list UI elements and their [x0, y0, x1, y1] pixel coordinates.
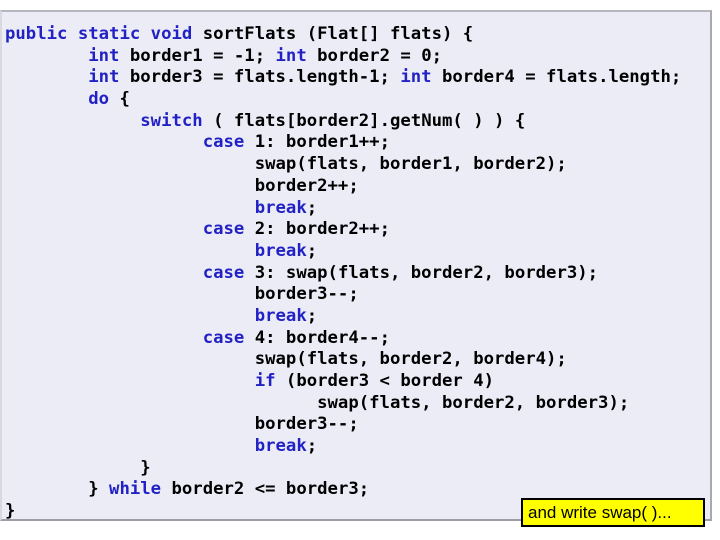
callout-note[interactable]: and write swap( )... [521, 498, 705, 527]
code-text: (border3 < border 4) [285, 371, 495, 391]
code-line: border3--; [5, 284, 711, 306]
code-line: break; [5, 198, 711, 220]
code-keyword: int [400, 67, 442, 88]
code-line: if (border3 < border 4) [5, 371, 711, 393]
code-text: border3--; [5, 284, 359, 305]
code-line: switch ( flats[border2].getNum( ) ) { [5, 111, 711, 133]
code-line: break; [5, 436, 711, 458]
code-text: border2++; [5, 175, 359, 196]
code-text: sortFlats (Flat[] flats) { [202, 24, 474, 44]
code-keyword: break [254, 436, 307, 457]
code-line: swap(flats, border2, border4); [5, 349, 711, 371]
callout-note-label: and write swap( )... [528, 503, 672, 522]
code-keyword: break [254, 240, 307, 261]
code-text: ; [306, 197, 318, 218]
code-text: ( flats[border2].getNum( ) ) { [213, 110, 526, 131]
code-keyword: case [202, 262, 255, 283]
code-keyword: int [88, 67, 130, 88]
code-line: swap(flats, border2, border3); [5, 393, 711, 415]
code-text: 2: border2++; [254, 219, 390, 240]
code-line: case 4: border4--; [5, 328, 711, 350]
code-line: } [5, 458, 711, 480]
code-line: break; [5, 241, 711, 263]
code-line: case 1: border1++; [5, 132, 711, 154]
code-text: } [5, 457, 151, 478]
code-text: 1: border1++; [254, 132, 390, 153]
code-keyword: case [202, 219, 255, 240]
code-text: } [5, 501, 16, 522]
code-text: border3--; [5, 414, 359, 435]
code-line: public static void sortFlats (Flat[] fla… [5, 24, 711, 46]
code-text: 4: border4--; [254, 327, 390, 348]
code-text: border1 = -1; [129, 45, 276, 66]
code-text: ; [306, 305, 318, 326]
code-line: do { [5, 89, 711, 111]
code-line: case 3: swap(flats, border2, border3); [5, 263, 711, 285]
code-text: 3: swap(flats, border2, border3); [254, 262, 599, 283]
code-line: case 2: border2++; [5, 219, 711, 241]
code-keyword: int [88, 45, 130, 66]
code-text: { [119, 89, 130, 110]
code-keyword: if [254, 371, 286, 391]
code-text: border2 <= border3; [171, 479, 370, 500]
code-line: int border3 = flats.length-1; int border… [5, 67, 711, 89]
code-line: border2++; [5, 176, 711, 198]
code-keyword: switch [140, 110, 214, 131]
code-line: border3--; [5, 414, 711, 436]
code-line: break; [5, 306, 711, 328]
java-code-listing: public static void sortFlats (Flat[] fla… [5, 24, 711, 523]
code-keyword: break [254, 197, 307, 218]
code-keyword: case [202, 327, 255, 348]
code-text: swap(flats, border1, border2); [5, 154, 567, 175]
code-line: swap(flats, border1, border2); [5, 154, 711, 176]
code-text: border3 = flats.length-1; [129, 67, 401, 88]
code-text: swap(flats, border2, border4); [5, 349, 567, 370]
code-text: border4 = flats.length; [442, 67, 682, 88]
code-text: ; [306, 436, 318, 457]
code-text: border2 = 0; [317, 45, 443, 66]
code-keyword: public static void [5, 24, 203, 44]
code-keyword: do [88, 89, 120, 110]
code-keyword: int [275, 45, 318, 66]
code-line: int border1 = -1; int border2 = 0; [5, 46, 711, 68]
code-text: ; [306, 240, 318, 261]
code-keyword: break [254, 305, 307, 326]
code-keyword: while [109, 479, 172, 500]
code-keyword: case [202, 132, 255, 153]
code-text: swap(flats, border2, border3); [5, 392, 630, 413]
slide-canvas: public static void sortFlats (Flat[] fla… [0, 10, 712, 527]
code-text: } [5, 479, 110, 500]
